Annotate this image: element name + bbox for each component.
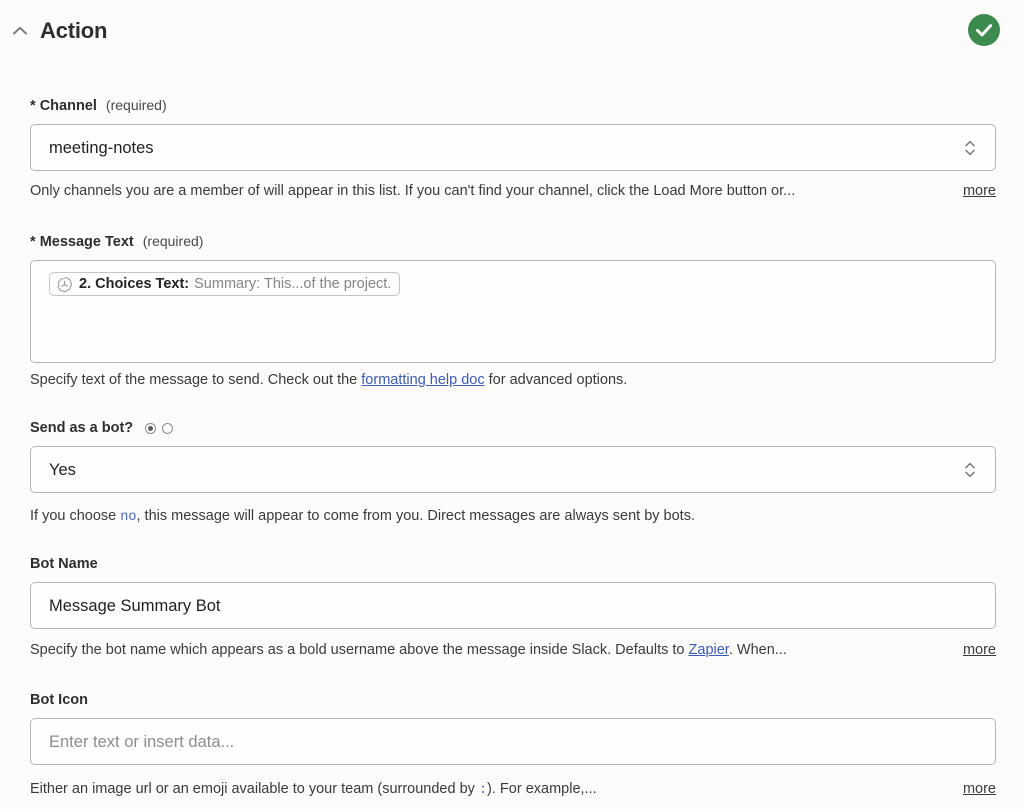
- field-bot-name-label: Bot Name: [30, 555, 996, 573]
- section-header: Action: [0, 0, 1024, 62]
- label-text: Message Text: [39, 234, 134, 250]
- send-as-bot-radio-group[interactable]: [145, 422, 174, 434]
- field-bot-icon: Bot Icon Enter text or insert data...: [30, 691, 996, 765]
- field-message-text: * Message Text (required) 2. Choices Tex…: [30, 232, 996, 363]
- message-text-help: Specify text of the message to send. Che…: [30, 371, 996, 390]
- radio-option-1[interactable]: [162, 422, 174, 434]
- field-bot-icon-label: Bot Icon: [30, 691, 996, 709]
- bot-name-help: Specify the bot name which appears as a …: [30, 641, 996, 660]
- bot-name-help-after: . When...: [728, 642, 787, 658]
- send-as-bot-help: If you choose no, this message will appe…: [30, 507, 996, 527]
- chevron-up-icon[interactable]: [8, 19, 32, 43]
- bot-icon-input[interactable]: Enter text or insert data...: [30, 718, 996, 765]
- label-text: Bot Icon: [30, 692, 88, 708]
- field-channel-label: * Channel (required): [30, 96, 996, 115]
- required-note: (required): [142, 233, 204, 249]
- field-message-text-label: * Message Text (required): [30, 232, 996, 251]
- send-as-bot-help-code: no: [120, 510, 137, 525]
- channel-select[interactable]: meeting-notes: [30, 124, 996, 171]
- channel-help-text: Only channels you are a member of will a…: [30, 183, 796, 199]
- send-as-bot-help-before: If you choose: [30, 508, 121, 524]
- bot-icon-help-after: ). For example,...: [487, 781, 597, 797]
- label-text: Send as a bot?: [30, 420, 134, 436]
- required-note: (required): [105, 97, 167, 113]
- send-as-bot-select-value: Yes: [49, 460, 76, 479]
- channel-help: Only channels you are a member of will a…: [30, 182, 996, 201]
- formatting-help-doc-link[interactable]: formatting help doc: [361, 372, 484, 388]
- required-star: *: [30, 234, 36, 250]
- openai-logo-icon: [56, 276, 73, 293]
- bot-name-more-link[interactable]: more: [954, 641, 996, 660]
- message-text-editor[interactable]: 2. Choices Text: Summary: This...of the …: [30, 260, 996, 363]
- label-text: Channel: [39, 98, 97, 114]
- page-title: Action: [40, 18, 108, 43]
- zapier-link[interactable]: Zapier: [689, 642, 729, 658]
- bot-icon-more-link[interactable]: more: [954, 780, 996, 799]
- bot-icon-help-before: Either an image url or an emoji availabl…: [30, 781, 479, 797]
- channel-select-value: meeting-notes: [49, 138, 154, 157]
- bot-name-input-value: Message Summary Bot: [49, 596, 221, 615]
- field-bot-name: Bot Name Message Summary Bot: [30, 555, 996, 629]
- field-channel: * Channel (required) meeting-notes: [30, 96, 996, 171]
- required-star: *: [30, 98, 36, 114]
- send-as-bot-help-after: , this message will appear to come from …: [136, 508, 695, 524]
- bot-icon-help-code: :: [478, 783, 488, 798]
- label-text: Bot Name: [30, 556, 98, 572]
- action-step-panel: Action * Channel (required) meeting-note…: [0, 0, 1024, 809]
- message-text-help-before: Specify text of the message to send. Che…: [30, 372, 362, 388]
- chevron-updown-icon[interactable]: [963, 137, 977, 159]
- token-preview: Summary: This...of the project.: [194, 276, 392, 292]
- message-text-help-after: for advanced options.: [484, 372, 628, 388]
- field-send-as-bot: Send as a bot? Yes: [30, 419, 996, 493]
- data-token-chip[interactable]: 2. Choices Text: Summary: This...of the …: [49, 272, 401, 296]
- status-badge-success: [967, 13, 1001, 47]
- send-as-bot-select[interactable]: Yes: [30, 446, 996, 493]
- bot-name-input[interactable]: Message Summary Bot: [30, 582, 996, 629]
- bot-icon-help: Either an image url or an emoji availabl…: [30, 780, 996, 800]
- channel-more-link[interactable]: more: [954, 182, 996, 201]
- bot-name-help-before: Specify the bot name which appears as a …: [30, 642, 689, 658]
- radio-option-0[interactable]: [145, 422, 157, 434]
- bot-icon-input-placeholder: Enter text or insert data...: [49, 732, 235, 751]
- token-label: 2. Choices Text:: [79, 276, 190, 292]
- field-send-as-bot-label: Send as a bot?: [30, 419, 996, 437]
- chevron-updown-icon[interactable]: [963, 459, 977, 481]
